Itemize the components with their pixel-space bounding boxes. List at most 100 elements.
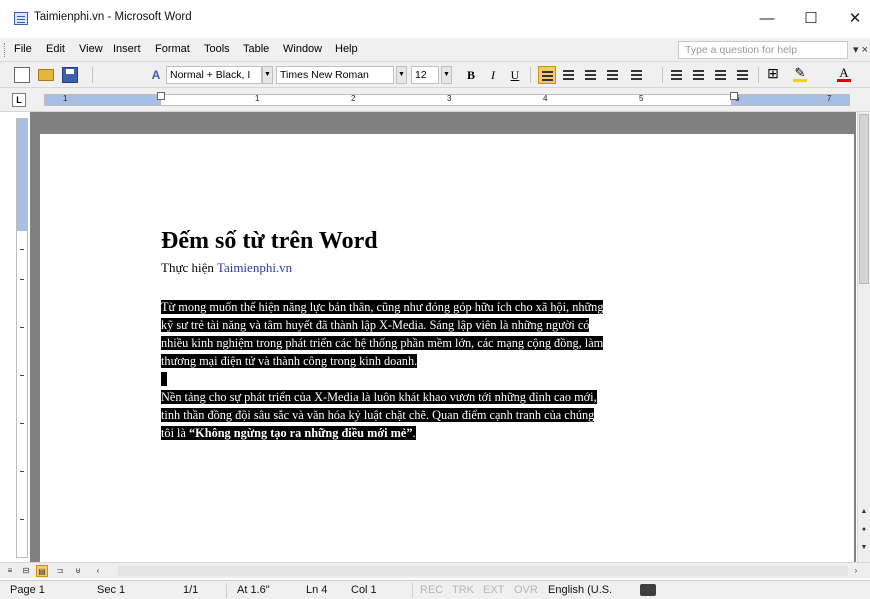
menu-help[interactable]: Help (335, 43, 358, 55)
font-size-select[interactable]: 12 (411, 66, 439, 84)
vertical-ruler-tick (20, 327, 24, 328)
reading-layout-icon[interactable]: ⊐ (54, 565, 66, 577)
minimize-button[interactable]: — (752, 8, 782, 30)
status-divider (226, 583, 227, 598)
justify-icon (607, 70, 618, 79)
align-left-button[interactable] (538, 66, 556, 84)
normal-view-icon[interactable]: ≡ (4, 565, 16, 577)
menu-table[interactable]: Table (243, 43, 269, 55)
menu-view[interactable]: View (79, 43, 103, 55)
decrease-indent-button[interactable] (712, 66, 730, 84)
bullets-icon (693, 70, 704, 79)
bullets-button[interactable] (690, 66, 708, 84)
ruler-number: 7 (827, 94, 832, 103)
vertical-ruler-tick (20, 249, 24, 250)
status-page-count: 1/1 (183, 584, 199, 596)
vertical-scroll-thumb[interactable] (859, 114, 869, 284)
toolbar-separator (662, 67, 663, 83)
styles-pane-icon[interactable]: A (148, 67, 164, 83)
toolbar-separator (758, 67, 759, 83)
document-heading[interactable]: Đếm số từ trên Word (161, 228, 378, 255)
outline-view-icon[interactable]: ⊎ (72, 565, 84, 577)
line-spacing-button[interactable] (628, 66, 646, 84)
menu-grip[interactable] (4, 43, 7, 57)
font-dropdown-arrow-icon[interactable]: ▼ (396, 66, 407, 84)
menu-window[interactable]: Window (283, 43, 322, 55)
web-layout-icon[interactable]: ⊟ (20, 565, 32, 577)
menu-format[interactable]: Format (155, 43, 190, 55)
font-color-button[interactable]: A (836, 65, 852, 83)
next-page-icon[interactable]: ▼ (859, 544, 869, 554)
style-select[interactable]: Normal + Black, I (166, 66, 262, 84)
vertical-ruler-tick (20, 471, 24, 472)
document-page[interactable]: Đếm số từ trên Word Thực hiện Taimienphi… (40, 134, 854, 574)
menu-edit[interactable]: Edit (46, 43, 65, 55)
paragraph-last-line: tôi là “Không ngừng tạo ra những điều mớ… (161, 426, 416, 440)
status-page: Page 1 (10, 584, 45, 596)
last-line-suffix: . (412, 426, 416, 440)
vertical-ruler-tick (20, 375, 24, 376)
word-document-icon[interactable] (14, 12, 28, 25)
status-line: Ln 4 (306, 584, 328, 596)
borders-button[interactable]: ⊞ (764, 66, 782, 84)
document-subtitle[interactable]: Thực hiện Taimienphi.vn (161, 260, 292, 276)
tab-selector-button[interactable]: L (12, 93, 26, 107)
style-dropdown-arrow-icon[interactable]: ▼ (262, 66, 273, 84)
vertical-ruler-tick (20, 519, 24, 520)
select-browse-object-icon[interactable]: ● (859, 526, 869, 536)
empty-selected-line (161, 372, 168, 386)
selected-paragraph-2[interactable]: Nền tảng cho sự phát triển của X-Media l… (161, 388, 741, 442)
menu-tools[interactable]: Tools (204, 43, 230, 55)
horizontal-ruler[interactable]: 1 1 2 3 4 5 6 7 (44, 92, 850, 106)
font-color-swatch (837, 79, 851, 82)
paragraph-line: thương mại điện tử và thành công trong k… (161, 354, 418, 368)
font-size-dropdown-arrow-icon[interactable]: ▼ (441, 66, 452, 84)
previous-page-icon[interactable]: ▲ (859, 508, 869, 518)
document-close-button[interactable]: ▾ × (853, 43, 868, 56)
paragraph-line: Nền tảng cho sự phát triển của X-Media l… (161, 390, 597, 404)
underline-button[interactable]: U (506, 66, 524, 84)
align-right-button[interactable] (582, 66, 600, 84)
scroll-right-icon[interactable]: › (850, 565, 862, 577)
maximize-button[interactable]: ☐ (796, 8, 826, 30)
numbering-button[interactable] (668, 66, 686, 84)
paragraph-line: tinh thần đồng đội sâu sắc và văn hóa kỷ… (161, 408, 595, 422)
vertical-scrollbar[interactable]: ▲ ● ▼ (857, 112, 870, 562)
print-layout-icon[interactable]: ▤ (36, 565, 48, 577)
spelling-grammar-status-icon[interactable] (640, 584, 656, 596)
align-center-button[interactable] (560, 66, 578, 84)
highlight-button[interactable]: ✎ (792, 65, 808, 83)
status-language[interactable]: English (U.S. (548, 584, 612, 596)
status-position: At 1.6" (237, 584, 270, 596)
status-track-changes[interactable]: TRK (452, 584, 474, 596)
borders-icon: ⊞ (767, 67, 779, 82)
horizontal-scroll-track[interactable] (118, 566, 848, 576)
subtitle-link[interactable]: Taimienphi.vn (217, 260, 292, 275)
menu-bar: File Edit View Insert Format Tools Table… (0, 38, 870, 62)
right-indent-marker[interactable] (730, 92, 738, 100)
justify-button[interactable] (604, 66, 622, 84)
slogan-text: “Không ngừng tạo ra những điều mới mẻ” (189, 426, 413, 440)
status-extend-selection[interactable]: EXT (483, 584, 504, 596)
align-center-icon (563, 70, 574, 79)
menu-insert[interactable]: Insert (113, 43, 141, 55)
menu-file[interactable]: File (14, 43, 32, 55)
vertical-ruler[interactable] (16, 118, 28, 558)
open-folder-icon[interactable] (38, 69, 54, 81)
help-search-input[interactable]: Type a question for help (678, 41, 848, 59)
left-indent-marker[interactable] (157, 92, 165, 100)
font-select[interactable]: Times New Roman (276, 66, 394, 84)
new-document-icon[interactable] (14, 67, 30, 83)
status-record-macro[interactable]: REC (420, 584, 443, 596)
close-button[interactable]: ✕ (840, 8, 870, 30)
selected-paragraph-1[interactable]: Từ mong muốn thể hiện năng lực bản thân,… (161, 298, 741, 388)
vertical-ruler-tick (20, 279, 24, 280)
status-overtype[interactable]: OVR (514, 584, 538, 596)
bold-button[interactable]: B (462, 66, 480, 84)
decrease-indent-icon (715, 70, 726, 79)
italic-button[interactable]: I (484, 66, 502, 84)
top-margin-area (17, 119, 27, 231)
scroll-left-icon[interactable]: ‹ (92, 565, 104, 577)
increase-indent-button[interactable] (734, 66, 752, 84)
save-disk-icon[interactable] (62, 67, 78, 83)
